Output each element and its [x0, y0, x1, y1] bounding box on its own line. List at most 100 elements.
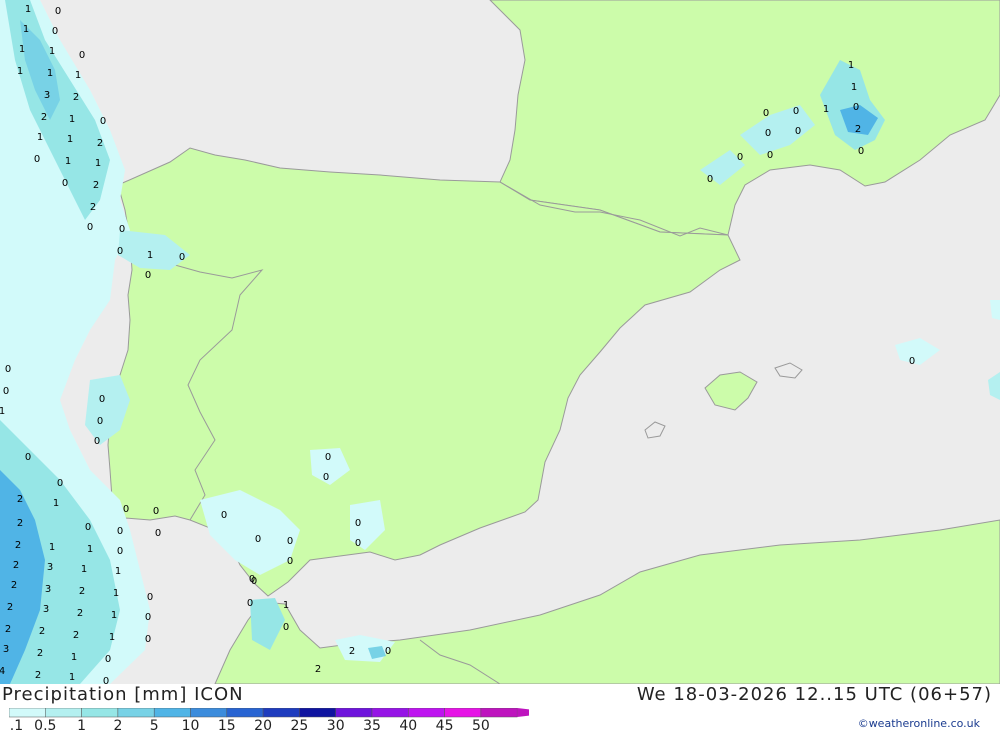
- precip-value-label: 2: [73, 630, 79, 641]
- legend-swatch: [81, 708, 119, 718]
- precip-value-label: 3: [44, 90, 50, 101]
- precip-value-label: 0: [25, 452, 31, 463]
- precip-value-label: 0: [323, 472, 329, 483]
- precip-value-label: 0: [117, 526, 123, 537]
- legend-swatch: [153, 708, 191, 718]
- legend-swatch: [444, 708, 482, 718]
- precip-value-label: 1: [67, 134, 73, 145]
- precip-value-label: 1: [87, 544, 93, 555]
- precip-value-label: 1: [95, 158, 101, 169]
- precip-value-label: 2: [93, 180, 99, 191]
- precipitation-legend: 0.10.5125101520253035404550: [9, 708, 529, 732]
- precip-value-label: 0: [34, 154, 40, 165]
- legend-label: 0.1: [9, 718, 23, 732]
- legend-label: 25: [290, 718, 308, 732]
- precip-value-label: 0: [325, 452, 331, 463]
- precip-value-label: 2: [97, 138, 103, 149]
- precip-value-label: 2: [17, 494, 23, 505]
- precip-value-label: 2: [77, 608, 83, 619]
- precip-value-label: 0: [62, 178, 68, 189]
- legend-label: 15: [218, 718, 236, 732]
- map-title: Precipitation [mm] ICON: [2, 684, 244, 705]
- legend-arrow: [517, 708, 529, 717]
- precip-value-label: 0: [3, 386, 9, 397]
- precip-value-label: 1: [851, 82, 857, 93]
- legend-label: 10: [182, 718, 200, 732]
- precip-value-label: 0: [52, 26, 58, 37]
- precip-value-label: 4: [0, 666, 5, 677]
- precip-value-label: 0: [87, 222, 93, 233]
- precip-value-label: 0: [117, 546, 123, 557]
- legend-swatch: [299, 708, 336, 718]
- precip-value-label: 0: [57, 478, 63, 489]
- precip-value-label: 0: [355, 518, 361, 529]
- legend-swatch: [117, 708, 155, 718]
- precip-value-label: 1: [0, 406, 5, 417]
- legend-label: 2: [113, 718, 122, 732]
- legend-swatch: [9, 708, 46, 718]
- precip-value-label: 2: [15, 540, 21, 551]
- precip-value-label: 2: [5, 624, 11, 635]
- legend-label: 30: [327, 718, 345, 732]
- precip-value-label: 2: [349, 646, 355, 657]
- precip-value-label: 0: [100, 116, 106, 127]
- legend-swatch: [226, 708, 264, 718]
- precip-value-label: 0: [179, 252, 185, 263]
- precip-value-label: 0: [707, 174, 713, 185]
- legend-swatch: [408, 708, 445, 718]
- precip-value-label: 1: [23, 24, 29, 35]
- precip-value-label: 2: [39, 626, 45, 637]
- precip-value-label: 0: [793, 106, 799, 117]
- precip-value-label: 2: [855, 124, 861, 135]
- precip-value-label: 0: [85, 522, 91, 533]
- precip-value-label: 0: [255, 534, 261, 545]
- precip-value-label: 1: [81, 564, 87, 575]
- precip-value-label: 2: [13, 560, 19, 571]
- legend-label: 45: [436, 718, 454, 732]
- precip-value-label: 0: [55, 6, 61, 17]
- precip-value-label: 1: [71, 652, 77, 663]
- precip-value-label: 3: [45, 584, 51, 595]
- precip-value-label: 2: [35, 670, 41, 681]
- precip-value-label: 1: [49, 542, 55, 553]
- legend-swatch: [45, 708, 82, 718]
- legend-label: 40: [399, 718, 417, 732]
- precip-value-label: 2: [41, 112, 47, 123]
- precip-value-label: 1: [75, 70, 81, 81]
- valid-time: We 18-03-2026 12..15 UTC (06+57): [636, 684, 992, 705]
- legend-label: 20: [254, 718, 272, 732]
- precip-value-label: 2: [11, 580, 17, 591]
- legend-label: 0.5: [34, 718, 56, 732]
- precip-value-label: 1: [25, 4, 31, 15]
- legend-swatch: [262, 708, 300, 718]
- precip-value-label: 0: [119, 224, 125, 235]
- precip-value-label: 1: [109, 632, 115, 643]
- precip-value-label: 0: [145, 270, 151, 281]
- precip-value-label: 2: [73, 92, 79, 103]
- precip-value-label: 0: [147, 592, 153, 603]
- precip-value-label: 1: [65, 156, 71, 167]
- precip-value-label: 0: [99, 394, 105, 405]
- legend-label: 1: [77, 718, 86, 732]
- precip-value-label: 0: [853, 102, 859, 113]
- precip-value-label: 0: [103, 676, 109, 684]
- precip-value-label: 2: [79, 586, 85, 597]
- precip-value-label: 0: [94, 436, 100, 447]
- footer-bar: Precipitation [mm] ICON We 18-03-2026 12…: [0, 684, 1000, 733]
- legend-label: 5: [150, 718, 159, 732]
- precip-value-label: 0: [763, 108, 769, 119]
- precip-value-label: 0: [145, 634, 151, 645]
- precip-value-label: 0: [5, 364, 11, 375]
- precip-value-label: 0: [767, 150, 773, 161]
- legend-label: 35: [363, 718, 381, 732]
- precip-value-label: 1: [283, 600, 289, 611]
- legend-swatch: [480, 708, 518, 718]
- precip-value-label: 0: [105, 654, 111, 665]
- precip-value-label: 1: [147, 250, 153, 261]
- precip-value-label: 0: [287, 556, 293, 567]
- precip-value-label: 1: [113, 588, 119, 599]
- precip-value-label: 2: [17, 518, 23, 529]
- credit-link[interactable]: ©weatheronline.co.uk: [858, 717, 980, 730]
- precip-value-label: 0: [117, 246, 123, 257]
- precip-value-label: 0: [858, 146, 864, 157]
